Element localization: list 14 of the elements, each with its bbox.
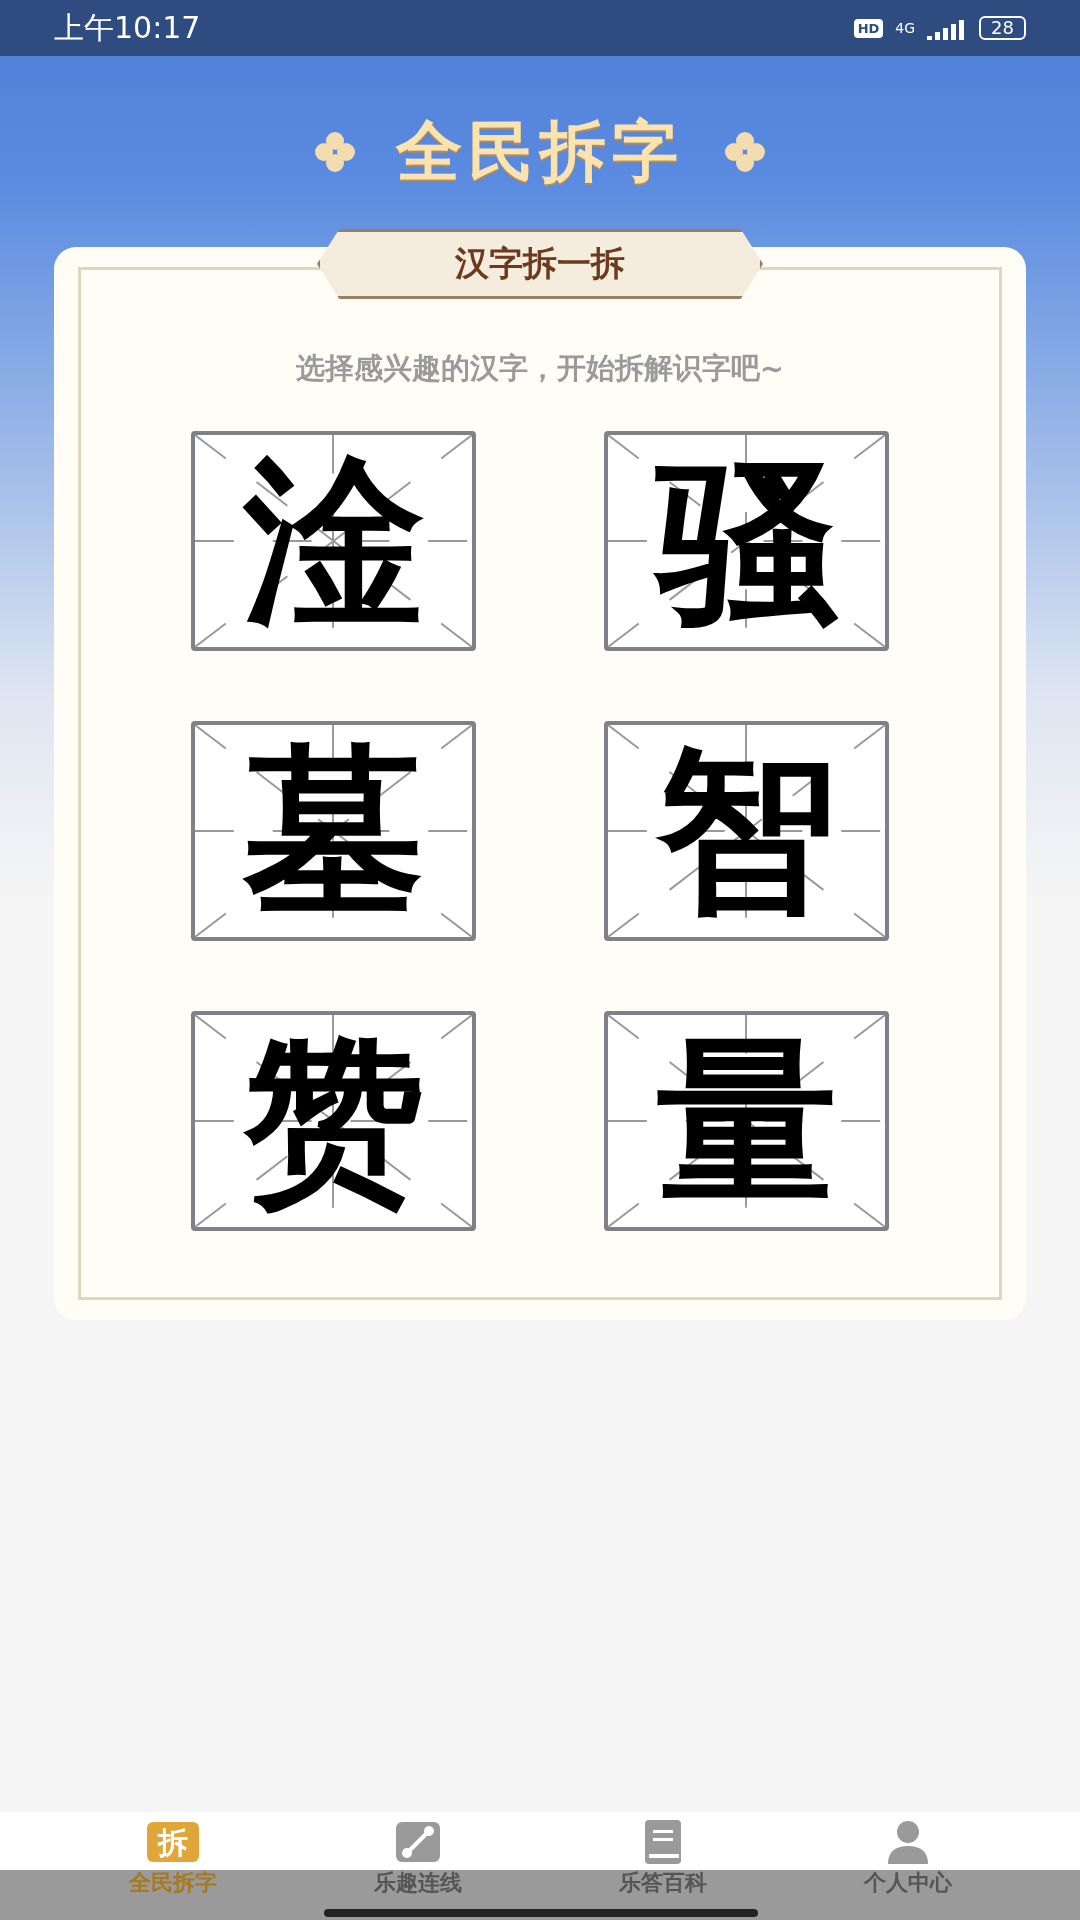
tab-icon: 拆 — [144, 1820, 201, 1864]
character-card[interactable]: 智 — [604, 721, 889, 941]
character-card[interactable]: 量 — [604, 1011, 889, 1231]
section-title: 汉字拆一拆 — [317, 229, 763, 299]
character-card[interactable]: 骚 — [604, 431, 889, 651]
character-card[interactable]: 墓 — [191, 721, 476, 941]
status-time: 上午10:17 — [54, 8, 201, 47]
network-type: 4G — [895, 20, 916, 36]
character-card[interactable]: 赞 — [191, 1011, 476, 1231]
hd-badge: HD — [853, 18, 884, 38]
character-card[interactable]: 淦 — [191, 431, 476, 651]
battery-level: 28 — [979, 16, 1026, 40]
instruction-text: 选择感兴趣的汉字，开始拆解识字吧~ — [295, 350, 785, 387]
app-title: 全民拆字 — [396, 111, 684, 192]
